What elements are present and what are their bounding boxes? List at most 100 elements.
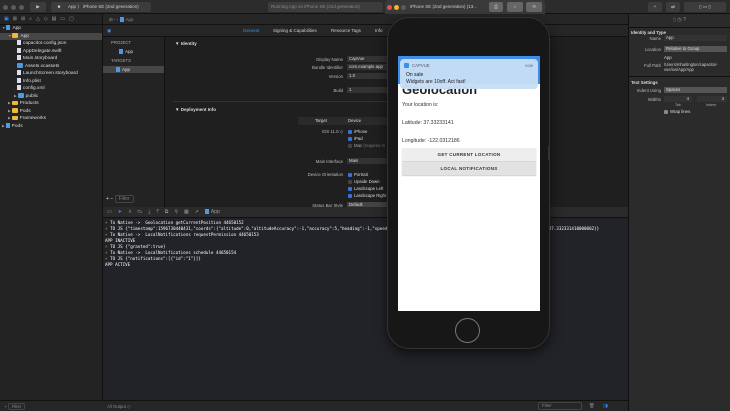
- indent-using-select[interactable]: Spaces: [664, 87, 727, 93]
- bundle-identifier-field[interactable]: com.example.app: [347, 64, 387, 70]
- location-select[interactable]: Relative to Group: [664, 46, 727, 52]
- file-icon[interactable]: ▯: [673, 17, 676, 23]
- sidebar-toggle-icon[interactable]: ▣: [107, 28, 111, 34]
- tree-item[interactable]: ▶ Pods: [0, 122, 102, 131]
- add-icon[interactable]: +: [4, 404, 7, 409]
- rotate-button[interactable]: ⟲: [526, 2, 542, 12]
- step-in-icon[interactable]: ⤓: [148, 209, 150, 215]
- tree-item[interactable]: capacitor.config.json: [0, 40, 102, 48]
- tab-signing[interactable]: Signing & Capabilities: [273, 28, 317, 33]
- get-current-location-button[interactable]: GET CURRENT LOCATION: [402, 148, 536, 161]
- tree-item[interactable]: ▶ Products: [0, 100, 102, 108]
- panel-toggle-buttons[interactable]: ▯ ▭ ▯: [684, 2, 726, 12]
- scheme-selector[interactable]: App 〉 iPhone SE (2nd generation): [65, 2, 151, 12]
- version-field[interactable]: 1.0: [347, 73, 387, 79]
- close-window-button[interactable]: [387, 4, 392, 10]
- project-item[interactable]: App: [103, 48, 164, 55]
- split-view-icon[interactable]: ▯▮: [603, 403, 608, 409]
- tree-item[interactable]: ▶ Frameworks: [0, 115, 102, 123]
- folder-icon[interactable]: ▣: [4, 16, 9, 22]
- indent-width-stepper[interactable]: 4: [697, 96, 727, 102]
- tree-item[interactable]: Main.storyboard: [0, 55, 102, 63]
- history-icon[interactable]: ◷: [677, 17, 681, 23]
- zoom-window-button[interactable]: [401, 4, 406, 10]
- tab-general[interactable]: General: [243, 28, 259, 33]
- close-window-button[interactable]: [3, 4, 8, 10]
- identity-section-title[interactable]: ▼ Identity: [175, 41, 197, 46]
- location-icon[interactable]: ➚: [195, 209, 199, 215]
- name-field[interactable]: App: [664, 35, 727, 41]
- longitude-text: Longitude: -122.0312186: [402, 138, 460, 144]
- zoom-window-button[interactable]: [19, 4, 24, 10]
- ipad-checkbox[interactable]: iPad: [348, 136, 363, 141]
- breakpoints-icon[interactable]: ➤: [118, 209, 122, 215]
- output-select[interactable]: All Output ◇: [107, 404, 130, 409]
- breadcrumb[interactable]: App: [126, 17, 134, 22]
- folder-icon: [16, 63, 23, 68]
- run-button[interactable]: ▶: [30, 2, 46, 12]
- folder-icon: [12, 33, 19, 38]
- tree-item[interactable]: config.xml: [0, 85, 102, 93]
- tree-item[interactable]: LaunchScreen.storyboard: [0, 70, 102, 78]
- upside-down-checkbox[interactable]: Upside Down: [348, 179, 380, 184]
- landscape-right-checkbox[interactable]: Landscape Right: [348, 193, 386, 198]
- tree-item[interactable]: ▼ App: [0, 25, 102, 33]
- memory-graph-icon[interactable]: ⚲: [174, 209, 178, 215]
- debug-icon[interactable]: ▤: [52, 16, 57, 22]
- local-notifications-button[interactable]: LOCAL NOTIFICATIONS: [402, 162, 536, 175]
- display-name-field[interactable]: CapVue: [347, 56, 387, 62]
- minimize-window-button[interactable]: [394, 4, 399, 10]
- pause-icon[interactable]: ॥: [128, 209, 131, 215]
- warning-icon[interactable]: △: [36, 16, 40, 22]
- target-item[interactable]: App: [103, 66, 164, 73]
- wrap-lines-checkbox[interactable]: Wrap lines: [664, 109, 690, 114]
- portrait-checkbox[interactable]: Portrait: [348, 172, 368, 177]
- version-label: Version: [328, 74, 343, 79]
- project-icon: [5, 122, 10, 128]
- report-icon[interactable]: ▢: [69, 16, 74, 22]
- file-icon: [16, 77, 21, 83]
- symbol-icon[interactable]: ⊞: [21, 16, 25, 22]
- tree-item[interactable]: ▼ App: [0, 32, 102, 40]
- landscape-left-checkbox[interactable]: Landscape Left: [348, 186, 383, 191]
- home-button[interactable]: ⌂: [507, 2, 523, 12]
- tree-item[interactable]: ▶ Pods: [0, 108, 102, 116]
- iphone-checkbox[interactable]: iPhone: [348, 129, 367, 134]
- hide-debug-icon[interactable]: ▭: [107, 209, 112, 215]
- mac-checkbox[interactable]: Mac (requires m: [348, 143, 385, 148]
- help-icon[interactable]: ?: [683, 17, 686, 23]
- full-path-value: /Users/mhartington/capacitor-vue/ios/App…: [664, 62, 718, 72]
- screenshot-button[interactable]: ⎙: [489, 2, 503, 12]
- tree-item[interactable]: ▶ public: [0, 93, 102, 101]
- search-icon[interactable]: ⌕: [29, 16, 32, 22]
- file-icon: [16, 70, 21, 75]
- trash-icon[interactable]: 🗑: [589, 403, 594, 409]
- deployment-section-title[interactable]: ▼ Deployment Info: [175, 107, 216, 112]
- source-control-icon[interactable]: ⊠: [13, 16, 17, 22]
- main-interface-field[interactable]: Main: [347, 158, 387, 164]
- add-library-button[interactable]: +: [648, 2, 662, 12]
- view-hierarchy-icon[interactable]: ⧉: [165, 209, 169, 215]
- tree-item[interactable]: AppDelegate.swift: [0, 47, 102, 56]
- step-over-icon[interactable]: ⤼: [137, 209, 142, 215]
- breakpoint-icon[interactable]: ▭: [60, 16, 65, 22]
- step-out-icon[interactable]: ⤒: [157, 209, 159, 215]
- notification-banner[interactable]: CAPVUE now On sale Widgets are 10off. Ac…: [400, 59, 538, 89]
- targets-header: TARGETS: [111, 58, 131, 63]
- tab-width-stepper[interactable]: 4: [664, 96, 692, 102]
- build-field[interactable]: 1: [347, 87, 387, 93]
- tab-resource-tags[interactable]: Resource Tags: [331, 28, 361, 33]
- navigator-filter-input[interactable]: Filter: [7, 403, 26, 410]
- environment-icon[interactable]: ▦: [184, 209, 189, 215]
- minimize-window-button[interactable]: [11, 4, 16, 10]
- target-filter-input[interactable]: Filter: [114, 195, 134, 203]
- tree-item[interactable]: Info.plist: [0, 77, 102, 86]
- test-icon[interactable]: ◇: [44, 16, 48, 22]
- ios-version-select[interactable]: iOS 11.0 ◇: [293, 129, 343, 135]
- console-filter-input[interactable]: Filter: [538, 402, 582, 410]
- home-button[interactable]: [455, 318, 480, 343]
- tree-item[interactable]: Assets.xcassets: [0, 63, 102, 71]
- indent-using-label: Indent Using: [636, 88, 661, 93]
- code-review-button[interactable]: ⇄: [666, 2, 680, 12]
- tab-info[interactable]: Info: [375, 28, 383, 33]
